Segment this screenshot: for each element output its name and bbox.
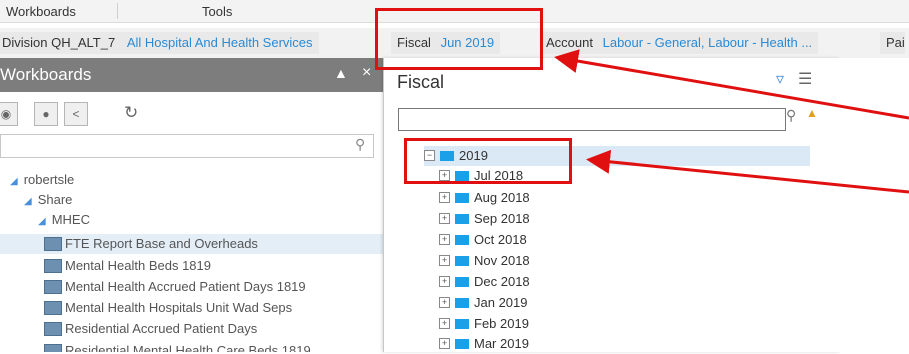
account-filter-label: Account (546, 35, 593, 50)
expand-icon[interactable]: + (439, 318, 450, 330)
expand-icon[interactable]: + (439, 338, 450, 350)
month-label: Oct 2018 (474, 232, 527, 247)
overflow-filter-chip[interactable]: Pai (880, 32, 905, 54)
month-label: Nov 2018 (474, 253, 530, 268)
report-icon (44, 236, 62, 251)
report-item[interactable]: Mental Health Hospitals Unit Wad Seps (44, 298, 292, 318)
report-icon (44, 258, 62, 273)
workboards-search-input[interactable] (0, 134, 374, 158)
collapse-triangle-icon[interactable]: ◢ (24, 196, 32, 207)
report-label: Residential Mental Health Care Beds 1819 (65, 343, 311, 352)
expand-icon[interactable]: + (439, 213, 450, 225)
report-label: Residential Accrued Patient Days (65, 321, 258, 336)
report-icon (44, 300, 62, 315)
tree-node-user[interactable]: ◢ robertsle (10, 170, 74, 190)
background-area (840, 58, 909, 352)
report-item[interactable]: Residential Mental Health Care Beds 1819 (44, 340, 311, 352)
folder-icon (455, 297, 469, 308)
division-filter-chip[interactable]: Division QH_ALT_7 All Hospital And Healt… (0, 32, 319, 54)
collapse-triangle-icon[interactable]: ◢ (10, 176, 18, 187)
tree-node-month[interactable]: + Sep 2018 (439, 209, 530, 229)
menu-tools[interactable]: Tools (202, 4, 232, 19)
folder-icon (455, 255, 469, 266)
search-icon[interactable]: ⚲ (786, 107, 796, 124)
account-filter-value: Labour - General, Labour - Health ... (602, 35, 813, 50)
folder-icon (455, 192, 469, 203)
report-label: Mental Health Accrued Patient Days 1819 (65, 279, 306, 294)
close-icon[interactable]: × (362, 64, 371, 82)
expand-icon[interactable]: + (439, 276, 450, 288)
tree-node-month[interactable]: + Nov 2018 (439, 251, 530, 271)
tree-node-month[interactable]: + Aug 2018 (439, 188, 530, 208)
menu-workboards[interactable]: Workboards (6, 4, 76, 19)
report-item[interactable]: FTE Report Base and Overheads (0, 234, 383, 254)
share-icon[interactable]: < (64, 102, 88, 126)
fiscal-dropdown-panel: Fiscal ▿ ☰ ⚲ ▲ −2019 + Jul 2018 + Aug 2018… (383, 58, 840, 352)
tree-node-label: Share (37, 192, 73, 207)
report-icon (44, 321, 62, 336)
tree-node-month[interactable]: + Oct 2018 (439, 230, 527, 250)
folder-icon (455, 318, 469, 329)
expand-icon[interactable]: + (439, 255, 450, 267)
overflow-filter-label: Pai (886, 35, 905, 50)
collapse-triangle-icon[interactable]: ◢ (38, 216, 46, 227)
user-icon[interactable]: ● (34, 102, 58, 126)
tree-node-month[interactable]: + Mar 2019 (439, 334, 529, 354)
report-item[interactable]: Residential Accrued Patient Days (44, 319, 257, 339)
expand-icon[interactable]: + (439, 192, 450, 204)
month-label: Aug 2018 (474, 190, 530, 205)
tree-node-month[interactable]: + Feb 2019 (439, 314, 529, 334)
menu-divider (117, 3, 118, 19)
report-icon (44, 343, 62, 352)
tree-node-month[interactable]: + Dec 2018 (439, 272, 530, 292)
annotation-box-fiscal-filter (375, 8, 543, 70)
fiscal-search-input[interactable] (398, 108, 786, 131)
month-label: Mar 2019 (474, 336, 529, 351)
fiscal-panel-title: Fiscal (397, 72, 445, 92)
tree-node-label: robertsle (23, 172, 75, 187)
folder-icon (455, 338, 469, 349)
hierarchy-icon[interactable]: ▲ (806, 106, 818, 120)
report-label: FTE Report Base and Overheads (65, 236, 258, 251)
report-icon (44, 279, 62, 294)
workboards-header: Workboards ▲ × (0, 58, 383, 92)
refresh-icon[interactable]: ↻ (124, 103, 138, 123)
tree-node-month[interactable]: + Jan 2019 (439, 293, 528, 313)
tree-node-mhec[interactable]: ◢ MHEC (38, 210, 90, 230)
division-filter-value: All Hospital And Health Services (126, 35, 313, 50)
annotation-box-year-node (404, 138, 572, 184)
workboards-panel: Workboards ▲ × ◉ ● < ↻ ⚲ ◢ robertsle ◢ Sha… (0, 58, 384, 352)
tree-node-label: MHEC (51, 212, 90, 227)
folder-icon (455, 276, 469, 287)
filter-icon[interactable]: ▿ (776, 69, 784, 89)
database-icon[interactable]: ◉ (0, 102, 18, 126)
report-label: Mental Health Hospitals Unit Wad Seps (65, 300, 293, 315)
pin-icon[interactable]: ▲ (334, 65, 348, 81)
month-label: Jan 2019 (474, 295, 528, 310)
expand-icon[interactable]: + (439, 297, 450, 309)
report-label: Mental Health Beds 1819 (65, 258, 211, 273)
menu-icon[interactable]: ☰ (798, 69, 812, 89)
search-icon[interactable]: ⚲ (355, 136, 365, 153)
month-label: Feb 2019 (474, 316, 529, 331)
folder-icon (455, 213, 469, 224)
account-filter-chip[interactable]: Account Labour - General, Labour - Healt… (540, 32, 819, 54)
tree-node-share[interactable]: ◢ Share (24, 190, 72, 210)
workboards-title: Workboards (0, 65, 92, 84)
month-label: Dec 2018 (474, 274, 530, 289)
division-filter-label: Division QH_ALT_7 (2, 35, 116, 50)
folder-icon (455, 234, 469, 245)
month-label: Sep 2018 (474, 211, 530, 226)
report-item[interactable]: Mental Health Accrued Patient Days 1819 (44, 277, 306, 297)
report-item[interactable]: Mental Health Beds 1819 (44, 256, 211, 276)
expand-icon[interactable]: + (439, 234, 450, 246)
